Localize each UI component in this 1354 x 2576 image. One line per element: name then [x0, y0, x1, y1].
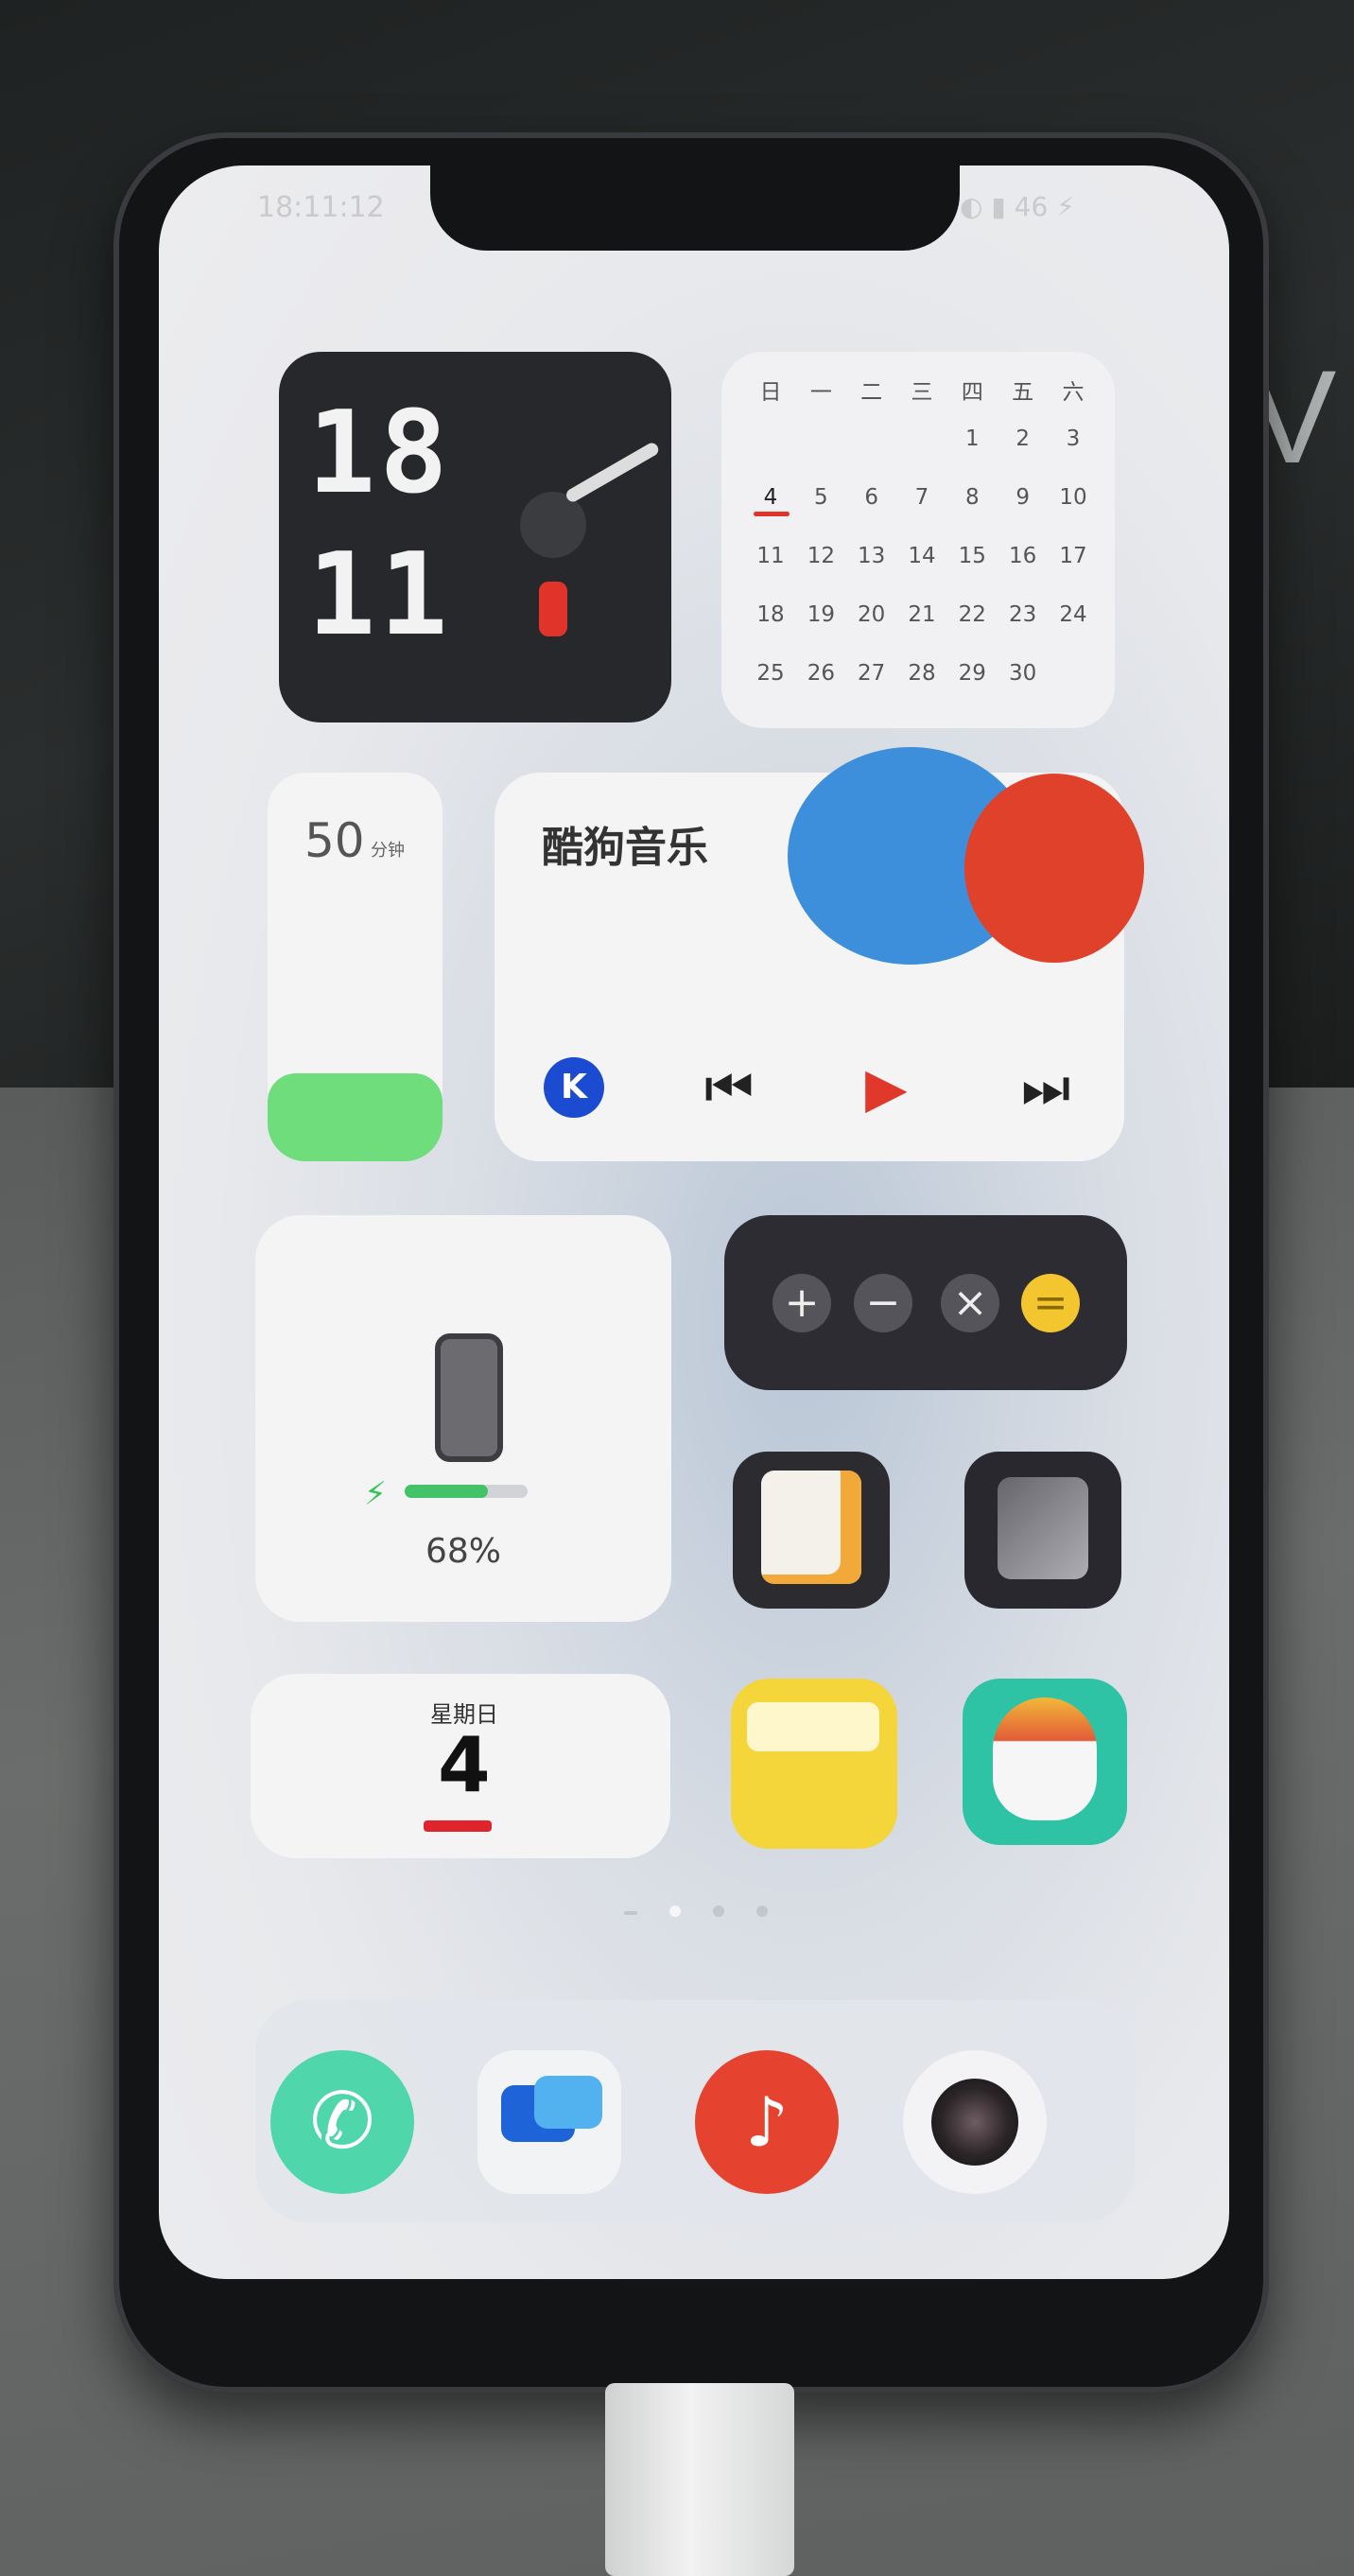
calendar-day[interactable]: 5 — [797, 485, 844, 510]
page-dot[interactable] — [756, 1906, 768, 1917]
usb-cable — [605, 2383, 794, 2576]
calendar-day[interactable] — [898, 426, 946, 451]
screen-time-unit: 分钟 — [371, 841, 405, 861]
calendar-weekday-header: 日 一 二 三 四 五 六 — [747, 374, 1097, 406]
cube-app-glyph — [761, 1471, 861, 1584]
calendar-day[interactable]: 23 — [999, 602, 1047, 627]
calendar-day[interactable]: 20 — [848, 602, 895, 627]
chat-bubble-icon — [534, 2076, 602, 2129]
phone-icon: ✆ — [309, 2077, 375, 2167]
calendar-day[interactable]: 14 — [898, 544, 946, 568]
clock-minute: 11 — [307, 530, 452, 661]
calendar-day[interactable]: 22 — [948, 602, 996, 627]
calendar-day[interactable]: 2 — [999, 426, 1047, 451]
calendar-day[interactable] — [1050, 661, 1097, 686]
music-artwork-red — [964, 774, 1144, 963]
status-time: 18:11:12 — [257, 191, 385, 224]
calendar-day[interactable]: 1 — [948, 426, 996, 451]
clock-dial-icon — [520, 492, 586, 558]
calendar-weekday: 五 — [1012, 380, 1034, 405]
calendar-day[interactable]: 21 — [898, 602, 946, 627]
date-day: 4 — [438, 1721, 491, 1809]
calendar-day[interactable] — [848, 426, 895, 451]
charging-bolt-icon: ⚡ — [364, 1475, 387, 1513]
page-dot-active[interactable] — [669, 1906, 681, 1917]
page-dot-search[interactable] — [624, 1910, 637, 1915]
kugou-logo-icon[interactable]: K — [544, 1057, 604, 1118]
calendar-day[interactable]: 3 — [1050, 426, 1097, 451]
calendar-day[interactable]: 16 — [999, 544, 1047, 568]
calendar-week-row: 11 12 13 14 15 16 17 — [747, 544, 1097, 568]
calendar-weekday: 二 — [860, 380, 883, 405]
calendar-week-row: 18 19 20 21 22 23 24 — [747, 602, 1097, 627]
calendar-weeks: 1 2 3 4 5 6 7 8 9 10 11 12 13 14 15 16 17 18 19 20 21 22 23 24 2… — [747, 426, 1097, 686]
calendar-day[interactable]: 24 — [1050, 602, 1097, 627]
calendar-day[interactable]: 26 — [797, 661, 844, 686]
mask-icon — [993, 1697, 1097, 1820]
calendar-day[interactable]: 30 — [999, 661, 1047, 686]
calendar-weekday: 六 — [1062, 380, 1085, 405]
calendar-day[interactable]: 7 — [898, 485, 946, 510]
previous-track-button[interactable]: ⏮ — [704, 1057, 754, 1118]
calendar-day[interactable]: 12 — [797, 544, 844, 568]
calc-multiply-button[interactable]: × — [941, 1274, 999, 1332]
calendar-day[interactable]: 17 — [1050, 544, 1097, 568]
play-button[interactable]: ▶ — [865, 1057, 908, 1118]
calendar-weekday: 日 — [759, 380, 782, 405]
calendar-week-row: 25 26 27 28 29 30 — [747, 661, 1097, 686]
calendar-weekday: 三 — [911, 380, 933, 405]
calc-minus-button[interactable]: − — [854, 1274, 912, 1332]
camera-lens-icon — [931, 2079, 1018, 2166]
calendar-day[interactable]: 25 — [747, 661, 794, 686]
calendar-week-row: 4 5 6 7 8 9 10 — [747, 485, 1097, 510]
calendar-day[interactable]: 19 — [797, 602, 844, 627]
calendar-day[interactable]: 27 — [848, 661, 895, 686]
calendar-week-row: 123 — [747, 426, 1097, 451]
calc-equals-button[interactable]: = — [1021, 1274, 1080, 1332]
clock-accent-icon — [539, 582, 567, 636]
calendar-day[interactable]: 11 — [747, 544, 794, 568]
phone-device-icon — [435, 1333, 503, 1462]
calendar-today-marker — [754, 512, 790, 516]
clock-hour: 18 — [307, 388, 452, 519]
calendar-day[interactable]: 10 — [1050, 485, 1097, 510]
page-dot[interactable] — [713, 1906, 724, 1917]
page-indicator[interactable] — [624, 1903, 800, 1921]
calc-plus-button[interactable]: + — [772, 1274, 831, 1332]
calendar-day[interactable] — [797, 426, 844, 451]
calendar-day[interactable]: 13 — [848, 544, 895, 568]
screen-time-value: 50 — [304, 813, 365, 868]
calendar-day[interactable]: 28 — [898, 661, 946, 686]
folder-icon — [747, 1702, 879, 1751]
calendar-day[interactable]: 15 — [948, 544, 996, 568]
calendar-day[interactable]: 18 — [747, 602, 794, 627]
calendar-day[interactable]: 29 — [948, 661, 996, 686]
music-note-icon: ♪ — [745, 2082, 789, 2162]
status-indicators: ◐ ▮ 46 ⚡ — [960, 191, 1075, 222]
date-accent-bar — [424, 1820, 492, 1832]
screen-time-wave — [268, 1073, 443, 1161]
calendar-day[interactable]: 6 — [848, 485, 895, 510]
calendar-weekday: 四 — [961, 380, 983, 405]
music-app-title: 酷狗音乐 — [542, 824, 708, 872]
calendar-weekday: 一 — [809, 380, 832, 405]
calendar-day[interactable] — [747, 426, 794, 451]
glass-cube-glyph — [998, 1477, 1088, 1579]
next-track-button[interactable]: ⏭ — [1021, 1057, 1070, 1118]
calendar-day[interactable]: 9 — [999, 485, 1047, 510]
calendar-grid: 日 一 二 三 四 五 六 1 2 3 4 5 6 7 8 9 10 11 12 13 14 15 16 17 1… — [747, 374, 1097, 720]
display-notch — [430, 165, 960, 251]
battery-percent: 68% — [425, 1532, 502, 1571]
calendar-day[interactable]: 4 — [747, 485, 794, 510]
calendar-day[interactable]: 8 — [948, 485, 996, 510]
battery-bar-fill — [405, 1485, 488, 1498]
